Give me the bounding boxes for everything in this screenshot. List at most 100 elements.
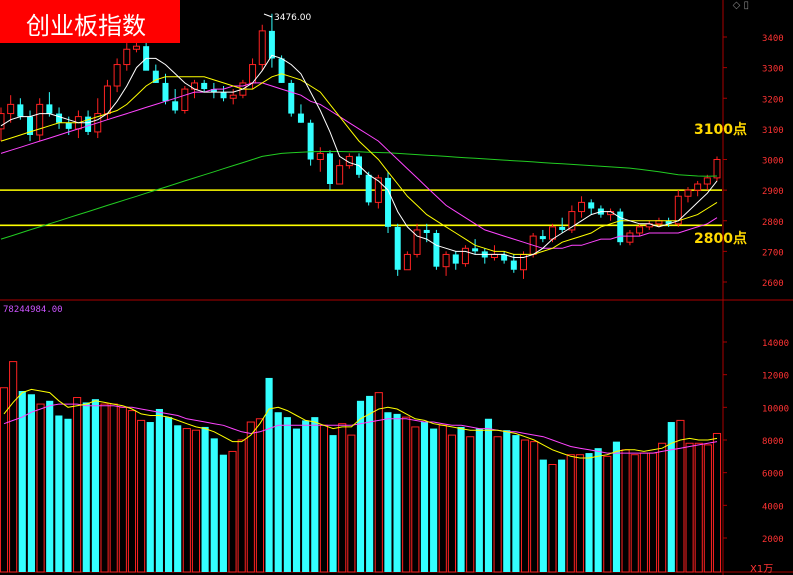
price-tick-label: 3200 bbox=[762, 95, 784, 105]
volume-bar bbox=[237, 439, 246, 573]
price-tick-label: 2800 bbox=[762, 218, 784, 228]
candle-body bbox=[636, 226, 644, 234]
volume-bar bbox=[182, 428, 191, 573]
volume-bar bbox=[384, 412, 392, 572]
volume-bar bbox=[658, 442, 667, 573]
candle-body bbox=[0, 113, 5, 130]
volume-bar bbox=[594, 448, 602, 572]
candle-body bbox=[103, 85, 111, 115]
volume-bar bbox=[530, 441, 539, 573]
volume-bar bbox=[228, 450, 237, 573]
volume-bar bbox=[292, 428, 301, 572]
price-tick-label: 3100 bbox=[762, 126, 784, 136]
candle-body bbox=[374, 177, 382, 203]
volume-bar bbox=[694, 442, 703, 573]
volume-bar bbox=[311, 417, 319, 572]
volume-tick-label: 6000 bbox=[762, 470, 784, 480]
volume-bar bbox=[438, 424, 447, 573]
volume-bar bbox=[558, 459, 566, 572]
volume-bar bbox=[146, 422, 154, 572]
volume-bar bbox=[420, 422, 429, 572]
volume-bar bbox=[402, 416, 411, 573]
volume-bar bbox=[329, 435, 337, 572]
candle-body bbox=[172, 101, 179, 111]
volume-bar bbox=[265, 377, 273, 572]
volume-tick-label: 12000 bbox=[762, 372, 789, 382]
volume-bar bbox=[191, 429, 201, 573]
volume-bar bbox=[648, 452, 658, 573]
window-control-icons[interactable]: ◇ ▯ bbox=[733, 0, 749, 11]
volume-bar bbox=[338, 423, 347, 573]
candle-body bbox=[433, 233, 440, 267]
volume-bar bbox=[520, 439, 530, 573]
volume-bar bbox=[585, 453, 593, 572]
volume-bar bbox=[621, 449, 630, 573]
volume-bar bbox=[347, 434, 356, 573]
title-banner: 创业板指数 bbox=[0, 0, 180, 43]
volume-bar bbox=[603, 455, 612, 573]
volume-tick-label: 2000 bbox=[762, 535, 784, 545]
candle-body bbox=[201, 82, 208, 90]
candle-body bbox=[278, 58, 285, 83]
price-tick-label: 2700 bbox=[762, 248, 784, 258]
volume-bar bbox=[219, 454, 227, 572]
candle-body bbox=[472, 248, 479, 252]
volume-bar bbox=[512, 435, 520, 572]
candle-body bbox=[684, 189, 692, 197]
lower-line-label: 2800点 bbox=[694, 231, 747, 247]
candle-body bbox=[326, 153, 333, 184]
candle-body bbox=[181, 88, 189, 111]
price-tick-label: 3400 bbox=[762, 34, 784, 44]
upper-line-label: 3100点 bbox=[694, 122, 747, 138]
volume-tick-label: 8000 bbox=[762, 437, 784, 447]
volume-bar bbox=[466, 436, 475, 573]
candle-body bbox=[559, 226, 566, 230]
volume-bar bbox=[127, 410, 137, 573]
candle-body bbox=[510, 260, 517, 270]
volume-bar bbox=[685, 442, 694, 573]
candle-body bbox=[588, 202, 595, 209]
volume-bar bbox=[566, 454, 575, 573]
candle-body bbox=[229, 94, 237, 99]
candle-body bbox=[46, 104, 53, 114]
candle-body bbox=[220, 92, 227, 99]
volume-max-label: 78244984.00 bbox=[3, 305, 63, 315]
volume-bar bbox=[630, 454, 639, 573]
page-title: 创业板指数 bbox=[26, 12, 146, 40]
volume-bar bbox=[612, 441, 621, 572]
candle-body bbox=[423, 229, 430, 233]
candle-body bbox=[56, 113, 63, 123]
candle-body bbox=[442, 253, 450, 268]
price-tick-label: 3300 bbox=[762, 65, 784, 75]
volume-bar bbox=[575, 454, 584, 573]
volume-bar bbox=[274, 412, 282, 572]
volume-bar bbox=[82, 402, 90, 572]
volume-bar bbox=[91, 399, 99, 572]
candle-body bbox=[113, 64, 121, 87]
volume-bar bbox=[201, 426, 209, 572]
volume-unit-label: X1万 bbox=[750, 564, 773, 575]
candle-body bbox=[123, 48, 131, 66]
candle-body bbox=[385, 177, 392, 227]
candle-body bbox=[7, 103, 15, 115]
volume-tick-label: 4000 bbox=[762, 502, 784, 512]
candle-body bbox=[578, 201, 586, 213]
candle-body bbox=[452, 254, 459, 264]
volume-bar bbox=[0, 387, 9, 573]
volume-tick-label: 14000 bbox=[762, 339, 789, 349]
volume-bar bbox=[246, 421, 255, 573]
volume-bar bbox=[9, 361, 18, 573]
volume-bar bbox=[100, 403, 109, 573]
volume-bar bbox=[210, 438, 218, 572]
volume-bar bbox=[36, 403, 45, 573]
volume-bar bbox=[319, 424, 329, 573]
candle-body bbox=[336, 165, 344, 185]
candle-body bbox=[403, 253, 411, 271]
volume-bar bbox=[676, 419, 685, 573]
volume-bar bbox=[118, 406, 127, 573]
volume-bar bbox=[73, 397, 82, 573]
candle-body bbox=[316, 152, 324, 160]
volume-bar bbox=[475, 428, 483, 572]
volume-bar bbox=[703, 444, 712, 573]
volume-bar bbox=[155, 408, 163, 572]
